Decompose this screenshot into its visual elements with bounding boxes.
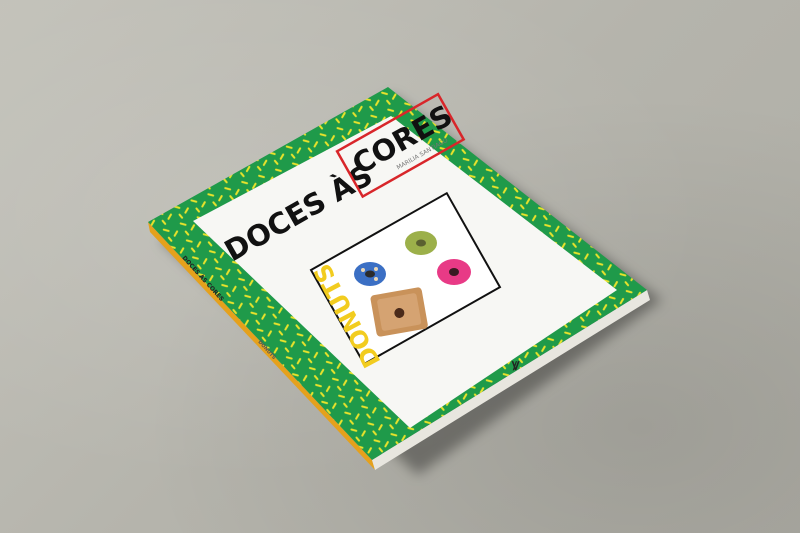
donut-blue [354,262,386,286]
donut-pink [437,259,471,285]
svg-text:Ꝟ: Ꝟ [511,359,520,373]
donut-square [370,287,428,337]
publisher-logo-icon: Ꝟ [511,359,520,373]
book-photo: DOCES ÀS CORES MARILIA SANTIAGO DONUTS Ꝟ… [148,87,662,475]
donut-green [405,231,437,255]
